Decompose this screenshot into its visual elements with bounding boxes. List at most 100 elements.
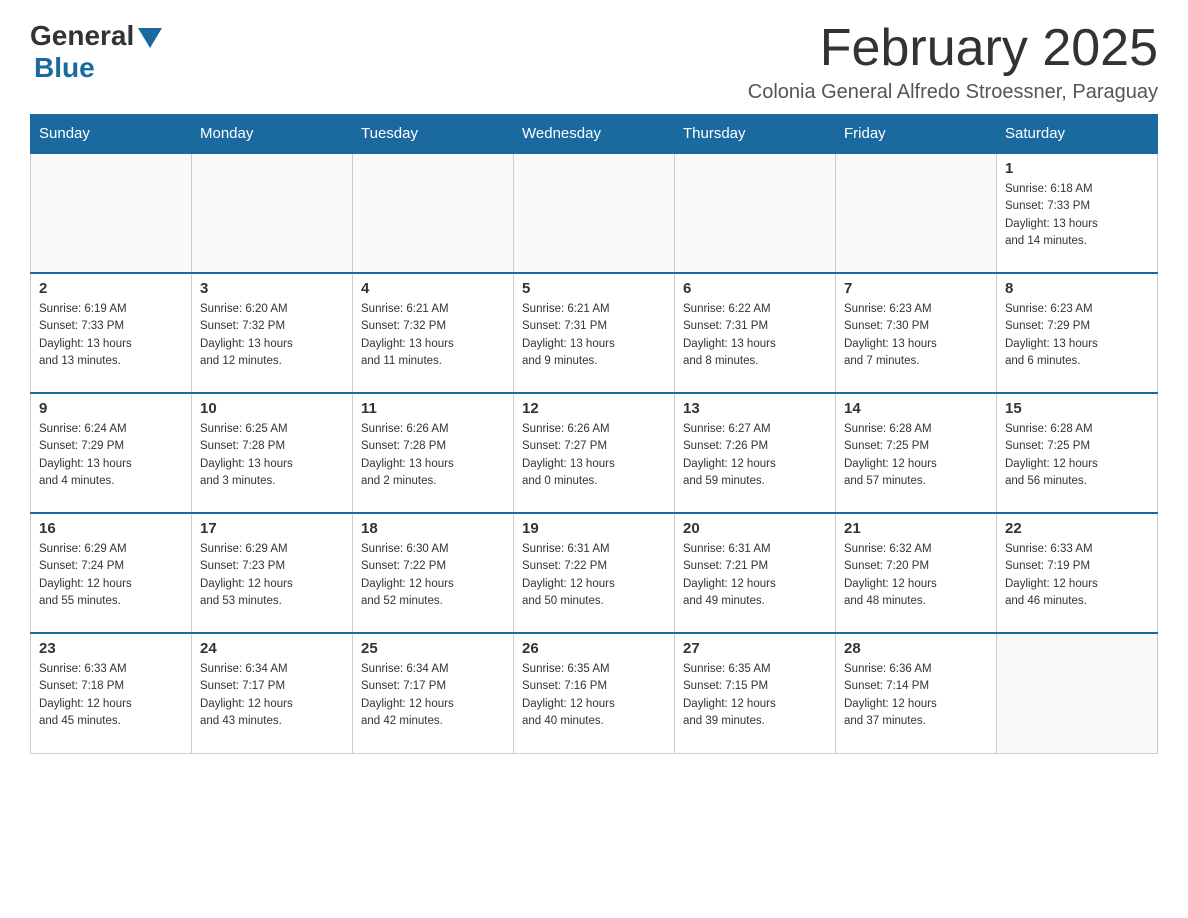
day-number: 14 [844, 400, 988, 417]
calendar-cell: 12 Sunrise: 6:26 AMSunset: 7:27 PMDayligh… [514, 393, 675, 513]
day-number: 10 [200, 400, 344, 417]
day-info: Sunrise: 6:33 AMSunset: 7:19 PMDaylight:… [1005, 541, 1149, 610]
calendar-cell: 22Sunrise: 6:33 AMSunset: 7:19 PMDayligh… [997, 513, 1158, 633]
day-info: Sunrise: 6:25 AMSunset: 7:28 PMDaylight:… [200, 421, 344, 490]
calendar-cell [675, 153, 836, 273]
day-info: Sunrise: 6:34 AMSunset: 7:17 PMDaylight:… [361, 661, 505, 730]
day-info: Sunrise: 6:35 AMSunset: 7:16 PMDaylight:… [522, 661, 666, 730]
day-number: 7 [844, 280, 988, 297]
day-number: 6 [683, 280, 827, 297]
weekday-header-wednesday: Wednesday [514, 115, 675, 154]
logo-general-text: General [30, 20, 134, 52]
calendar-week-row: 23 Sunrise: 6:33 AMSunset: 7:18 PMDayligh… [31, 633, 1158, 753]
calendar-cell: 23 Sunrise: 6:33 AMSunset: 7:18 PMDayligh… [31, 633, 192, 753]
calendar-cell: 5 Sunrise: 6:21 AMSunset: 7:31 PMDaylight… [514, 273, 675, 393]
day-number: 1 [1005, 160, 1149, 177]
weekday-header-monday: Monday [192, 115, 353, 154]
calendar-cell: 20Sunrise: 6:31 AMSunset: 7:21 PMDayligh… [675, 513, 836, 633]
day-info: Sunrise: 6:29 AMSunset: 7:23 PMDaylight:… [200, 541, 344, 610]
calendar-cell [836, 153, 997, 273]
calendar-cell: 21 Sunrise: 6:32 AMSunset: 7:20 PMDayligh… [836, 513, 997, 633]
calendar-table: SundayMondayTuesdayWednesdayThursdayFrid… [30, 114, 1158, 754]
calendar-week-row: 16 Sunrise: 6:29 AMSunset: 7:24 PMDayligh… [31, 513, 1158, 633]
calendar-cell: 11 Sunrise: 6:26 AMSunset: 7:28 PMDayligh… [353, 393, 514, 513]
calendar-week-row: 9 Sunrise: 6:24 AMSunset: 7:29 PMDaylight… [31, 393, 1158, 513]
day-number: 24 [200, 640, 344, 657]
day-number: 21 [844, 520, 988, 537]
day-info: Sunrise: 6:28 AMSunset: 7:25 PMDaylight:… [844, 421, 988, 490]
day-info: Sunrise: 6:27 AMSunset: 7:26 PMDaylight:… [683, 421, 827, 490]
location-subtitle: Colonia General Alfredo Stroessner, Para… [748, 81, 1158, 104]
day-number: 3 [200, 280, 344, 297]
day-number: 23 [39, 640, 183, 657]
day-number: 8 [1005, 280, 1149, 297]
day-info: Sunrise: 6:21 AMSunset: 7:31 PMDaylight:… [522, 301, 666, 370]
day-info: Sunrise: 6:31 AMSunset: 7:22 PMDaylight:… [522, 541, 666, 610]
calendar-cell [997, 633, 1158, 753]
day-info: Sunrise: 6:23 AMSunset: 7:29 PMDaylight:… [1005, 301, 1149, 370]
calendar-cell: 14 Sunrise: 6:28 AMSunset: 7:25 PMDayligh… [836, 393, 997, 513]
day-info: Sunrise: 6:29 AMSunset: 7:24 PMDaylight:… [39, 541, 183, 610]
day-number: 12 [522, 400, 666, 417]
day-info: Sunrise: 6:18 AMSunset: 7:33 PMDaylight:… [1005, 181, 1149, 250]
calendar-cell: 18Sunrise: 6:30 AMSunset: 7:22 PMDayligh… [353, 513, 514, 633]
title-section: February 2025 Colonia General Alfredo St… [748, 20, 1158, 104]
day-info: Sunrise: 6:20 AMSunset: 7:32 PMDaylight:… [200, 301, 344, 370]
day-number: 17 [200, 520, 344, 537]
weekday-header-row: SundayMondayTuesdayWednesdayThursdayFrid… [31, 115, 1158, 154]
day-number: 4 [361, 280, 505, 297]
calendar-cell: 6 Sunrise: 6:22 AMSunset: 7:31 PMDaylight… [675, 273, 836, 393]
calendar-cell: 13 Sunrise: 6:27 AMSunset: 7:26 PMDayligh… [675, 393, 836, 513]
calendar-cell [192, 153, 353, 273]
calendar-cell: 16 Sunrise: 6:29 AMSunset: 7:24 PMDayligh… [31, 513, 192, 633]
day-info: Sunrise: 6:34 AMSunset: 7:17 PMDaylight:… [200, 661, 344, 730]
day-info: Sunrise: 6:22 AMSunset: 7:31 PMDaylight:… [683, 301, 827, 370]
calendar-cell: 26 Sunrise: 6:35 AMSunset: 7:16 PMDayligh… [514, 633, 675, 753]
calendar-cell: 8 Sunrise: 6:23 AMSunset: 7:29 PMDaylight… [997, 273, 1158, 393]
day-info: Sunrise: 6:33 AMSunset: 7:18 PMDaylight:… [39, 661, 183, 730]
weekday-header-thursday: Thursday [675, 115, 836, 154]
calendar-week-row: 1 Sunrise: 6:18 AMSunset: 7:33 PMDaylight… [31, 153, 1158, 273]
calendar-cell: 28 Sunrise: 6:36 AMSunset: 7:14 PMDayligh… [836, 633, 997, 753]
day-number: 16 [39, 520, 183, 537]
day-number: 13 [683, 400, 827, 417]
day-number: 25 [361, 640, 505, 657]
calendar-cell: 19 Sunrise: 6:31 AMSunset: 7:22 PMDayligh… [514, 513, 675, 633]
calendar-cell [31, 153, 192, 273]
day-info: Sunrise: 6:21 AMSunset: 7:32 PMDaylight:… [361, 301, 505, 370]
day-info: Sunrise: 6:32 AMSunset: 7:20 PMDaylight:… [844, 541, 988, 610]
calendar-cell: 7 Sunrise: 6:23 AMSunset: 7:30 PMDaylight… [836, 273, 997, 393]
calendar-cell: 2Sunrise: 6:19 AMSunset: 7:33 PMDaylight… [31, 273, 192, 393]
calendar-week-row: 2Sunrise: 6:19 AMSunset: 7:33 PMDaylight… [31, 273, 1158, 393]
day-number: 26 [522, 640, 666, 657]
weekday-header-tuesday: Tuesday [353, 115, 514, 154]
calendar-cell [514, 153, 675, 273]
month-title: February 2025 [748, 20, 1158, 77]
calendar-cell: 25 Sunrise: 6:34 AMSunset: 7:17 PMDayligh… [353, 633, 514, 753]
day-info: Sunrise: 6:26 AMSunset: 7:27 PMDaylight:… [522, 421, 666, 490]
day-number: 5 [522, 280, 666, 297]
day-number: 9 [39, 400, 183, 417]
day-info: Sunrise: 6:24 AMSunset: 7:29 PMDaylight:… [39, 421, 183, 490]
calendar-cell: 1 Sunrise: 6:18 AMSunset: 7:33 PMDaylight… [997, 153, 1158, 273]
calendar-cell: 17 Sunrise: 6:29 AMSunset: 7:23 PMDayligh… [192, 513, 353, 633]
day-info: Sunrise: 6:28 AMSunset: 7:25 PMDaylight:… [1005, 421, 1149, 490]
day-number: 15 [1005, 400, 1149, 417]
calendar-cell: 24 Sunrise: 6:34 AMSunset: 7:17 PMDayligh… [192, 633, 353, 753]
logo-blue-text: Blue [34, 52, 95, 84]
logo: General Blue [30, 20, 162, 84]
day-info: Sunrise: 6:36 AMSunset: 7:14 PMDaylight:… [844, 661, 988, 730]
calendar-cell: 15 Sunrise: 6:28 AMSunset: 7:25 PMDayligh… [997, 393, 1158, 513]
calendar-cell: 27Sunrise: 6:35 AMSunset: 7:15 PMDayligh… [675, 633, 836, 753]
page-header: General Blue February 2025 Colonia Gener… [30, 20, 1158, 104]
weekday-header-saturday: Saturday [997, 115, 1158, 154]
day-info: Sunrise: 6:30 AMSunset: 7:22 PMDaylight:… [361, 541, 505, 610]
day-number: 19 [522, 520, 666, 537]
day-info: Sunrise: 6:26 AMSunset: 7:28 PMDaylight:… [361, 421, 505, 490]
day-number: 2 [39, 280, 183, 297]
calendar-cell [353, 153, 514, 273]
day-info: Sunrise: 6:23 AMSunset: 7:30 PMDaylight:… [844, 301, 988, 370]
day-number: 28 [844, 640, 988, 657]
calendar-cell: 3 Sunrise: 6:20 AMSunset: 7:32 PMDaylight… [192, 273, 353, 393]
day-number: 11 [361, 400, 505, 417]
